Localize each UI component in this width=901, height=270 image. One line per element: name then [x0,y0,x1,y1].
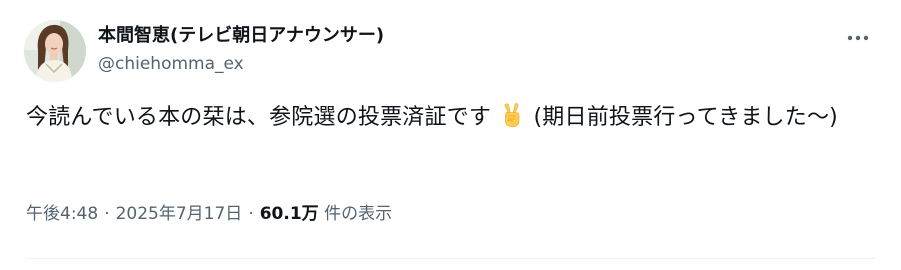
post-meta: 午後4:48 · 2025年7月17日 · 60.1万 件の表示 [26,202,392,226]
more-horizontal-icon [847,35,869,41]
more-options-button[interactable] [843,26,873,50]
meta-separator: · [104,204,110,224]
avatar[interactable] [24,20,86,82]
victory-hand-emoji-icon [500,102,524,128]
post-text-part-1: 今読んでいる本の栞は、参院選の投票済証です [26,105,492,130]
meta-separator-2: · [248,204,254,224]
post-text: 今読んでいる本の栞は、参院選の投票済証です (期日前投票行ってきました〜) [26,100,876,136]
profile-photo-image [24,20,86,82]
user-handle[interactable]: @chiehomma_ex [98,53,384,75]
divider [26,258,875,259]
views-count: 60.1万 [259,204,319,224]
views-label: 件の表示 [324,204,393,224]
post-text-part-2: (期日前投票行ってきました〜) [533,105,838,130]
author-block: 本間智恵(テレビ朝日アナウンサー) @chiehomma_ex [98,24,384,75]
post-time[interactable]: 午後4:48 [26,204,98,224]
display-name[interactable]: 本間智恵(テレビ朝日アナウンサー) [98,24,384,48]
tweet-card: 本間智恵(テレビ朝日アナウンサー) @chiehomma_ex 今読んでいる本の… [0,0,901,270]
post-date[interactable]: 2025年7月17日 [116,204,243,224]
